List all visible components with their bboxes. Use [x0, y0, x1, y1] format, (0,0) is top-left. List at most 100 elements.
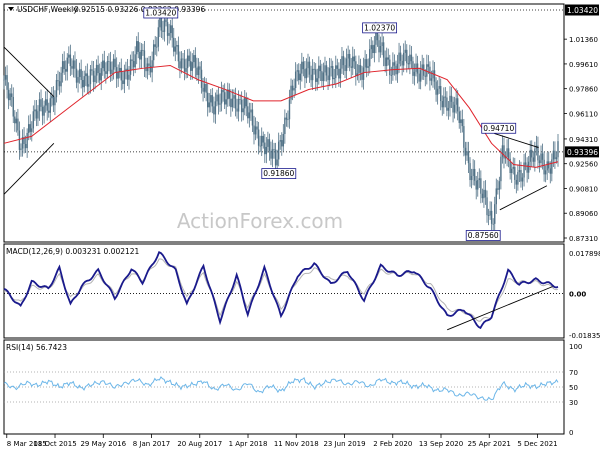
- candle-body: [466, 151, 468, 156]
- candle-body: [473, 168, 476, 181]
- candle-body: [398, 52, 400, 64]
- candle-body: [524, 162, 527, 165]
- time-tick-label: 1 Apr 2018: [229, 440, 268, 448]
- candle-body: [265, 146, 268, 155]
- candle-body: [247, 106, 249, 119]
- candle-body: [429, 66, 431, 81]
- candle-body: [244, 97, 246, 109]
- candle-body: [333, 78, 335, 80]
- candle-body: [517, 172, 519, 185]
- candle-body: [15, 118, 18, 124]
- candle-body: [453, 104, 456, 113]
- candle-body: [284, 117, 286, 135]
- candle-body: [180, 58, 183, 69]
- candle-body: [51, 95, 53, 99]
- candle-body: [41, 106, 44, 116]
- candle-body: [348, 53, 351, 67]
- candle-body: [205, 84, 207, 93]
- watermark: ActionForex.com: [177, 209, 343, 233]
- candle-body: [109, 61, 112, 74]
- candle-body: [143, 50, 146, 68]
- candle-body: [137, 41, 139, 52]
- candle-body: [171, 25, 173, 38]
- candle-body: [102, 60, 104, 69]
- candle-body: [20, 148, 22, 150]
- candle-body: [402, 52, 405, 66]
- candle-body: [77, 77, 79, 83]
- candle-body: [7, 89, 10, 101]
- candle-body: [217, 94, 220, 105]
- candle-body: [65, 69, 67, 72]
- candle-body: [92, 70, 95, 82]
- candle-body: [236, 108, 238, 112]
- time-tick-label: 2 Feb 2020: [373, 440, 412, 448]
- current-price-badge: 0.93396: [565, 146, 599, 158]
- candle-body: [325, 65, 328, 76]
- candle-body: [315, 69, 317, 82]
- candle-body: [61, 61, 64, 73]
- candle-body: [123, 70, 126, 84]
- candle-body: [38, 99, 41, 112]
- candle-body: [307, 61, 309, 69]
- candle-body: [72, 60, 75, 69]
- candle-body: [378, 40, 380, 53]
- candle-body: [392, 62, 394, 75]
- candle-body: [44, 99, 47, 106]
- price-label: 1.02370: [364, 23, 395, 32]
- candle-body: [37, 111, 39, 119]
- candle-body: [327, 75, 329, 81]
- candle-body: [203, 84, 206, 92]
- macd-tick-label: 0.00: [569, 290, 586, 298]
- candle-body: [330, 66, 332, 68]
- rsi-panel-title: RSI(14) 56.7423: [6, 343, 67, 352]
- candle-body: [427, 64, 430, 67]
- candle-body: [91, 69, 93, 71]
- price-tick-label: 0.94310: [569, 136, 598, 144]
- candle-body: [506, 148, 508, 158]
- candle-body: [46, 99, 48, 111]
- time-tick-label: 8 Jan 2017: [133, 440, 171, 448]
- candle-body: [472, 168, 474, 176]
- candle-body: [208, 102, 210, 108]
- candle-body: [185, 68, 187, 72]
- candle-body: [240, 99, 243, 113]
- candle-body: [17, 118, 19, 131]
- candle-body: [424, 75, 426, 77]
- candle-body: [74, 60, 76, 69]
- candle-body: [136, 41, 138, 55]
- candle-body: [352, 56, 354, 68]
- candle-body: [310, 74, 312, 81]
- candle-body: [486, 197, 488, 216]
- candle-body: [273, 149, 275, 151]
- candle-body: [521, 177, 524, 182]
- candle-body: [501, 145, 504, 157]
- candle-body: [12, 96, 14, 117]
- candle-body: [54, 97, 56, 106]
- candle-body: [287, 119, 289, 121]
- candle-body: [447, 107, 450, 111]
- candle-body: [119, 67, 121, 72]
- candle-body: [458, 111, 460, 123]
- candle-body: [100, 68, 102, 81]
- candle-body: [293, 88, 295, 91]
- candle-body: [183, 59, 186, 72]
- candle-body: [413, 71, 416, 76]
- candle-body: [322, 72, 325, 82]
- rsi-tick-label: 100: [569, 343, 582, 351]
- time-tick-label: 5 Dec 2021: [517, 440, 557, 448]
- candle-body: [166, 22, 169, 36]
- candle-body: [555, 157, 558, 160]
- candle-body: [452, 101, 454, 113]
- candle-body: [103, 60, 106, 72]
- candle-body: [213, 106, 215, 115]
- candle-body: [120, 67, 122, 81]
- candle-body: [507, 148, 510, 159]
- candle-body: [58, 81, 61, 87]
- candle-body: [139, 51, 141, 60]
- candle-body: [554, 150, 556, 160]
- candle-body: [142, 49, 144, 51]
- candle-body: [477, 180, 479, 190]
- rsi-tick-label: 50: [569, 384, 578, 392]
- price-label: 0.87560: [468, 231, 499, 240]
- candle-body: [277, 141, 280, 160]
